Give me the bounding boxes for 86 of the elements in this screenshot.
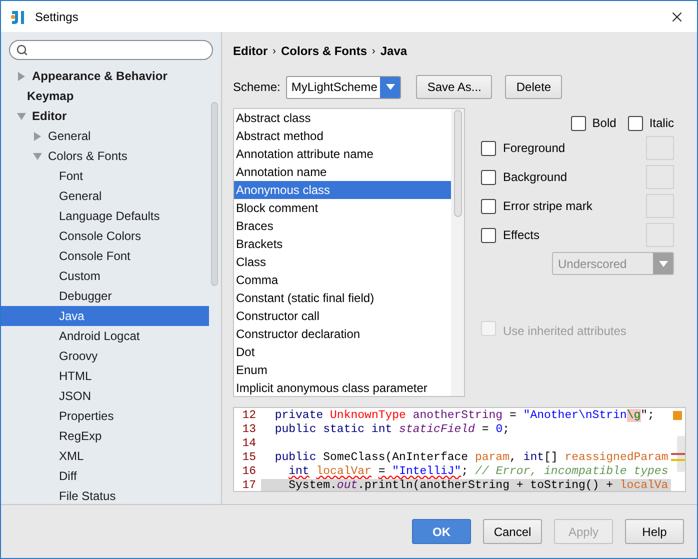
scrollbar[interactable] — [211, 102, 218, 286]
tree-item[interactable]: Custom — [1, 266, 209, 286]
tree-item[interactable]: General — [1, 126, 209, 146]
tree-item[interactable]: File Status — [1, 486, 209, 506]
attribute-item[interactable]: Constant (static final field) — [234, 289, 451, 307]
attribute-item[interactable]: Block comment — [234, 199, 451, 217]
attribute-item[interactable]: Constructor declaration — [234, 325, 451, 343]
tree-item[interactable]: Properties — [1, 406, 209, 426]
error-stripe-icon — [671, 453, 685, 455]
collapsed-arrow-icon[interactable] — [33, 132, 42, 140]
breadcrumb-item: Editor — [233, 43, 268, 60]
attribute-item[interactable]: Annotation name — [234, 163, 451, 181]
scheme-dropdown[interactable]: MyLightScheme — [286, 76, 402, 98]
color-swatch[interactable] — [646, 136, 674, 160]
attribute-item[interactable]: Abstract class — [234, 109, 451, 127]
dialog-button[interactable]: Help — [625, 519, 684, 544]
tree-item[interactable]: Console Colors — [1, 226, 209, 246]
tree-item[interactable]: Debugger — [1, 286, 209, 306]
attribute-item[interactable]: Annotation attribute name — [234, 145, 451, 163]
checkbox[interactable] — [571, 116, 586, 130]
dialog-button[interactable]: OK — [412, 519, 471, 544]
breadcrumb-item: Java — [380, 43, 408, 60]
caret-icon — [386, 84, 395, 90]
attribute-item[interactable]: Abstract method — [234, 127, 451, 145]
checkbox-label: Foreground — [503, 140, 566, 157]
collapsed-arrow-icon[interactable] — [17, 72, 26, 80]
tree-item[interactable]: Console Font — [1, 246, 209, 266]
breadcrumb-separator: › — [272, 44, 276, 58]
tree-item[interactable]: Font — [1, 166, 209, 186]
checkbox-label: Background — [503, 169, 568, 186]
checkbox[interactable] — [481, 198, 496, 214]
color-swatch[interactable] — [646, 194, 674, 218]
scheme-button[interactable]: Save As... — [416, 75, 492, 99]
color-swatch[interactable] — [646, 223, 674, 247]
breadcrumb-item: Colors & Fonts — [281, 43, 368, 60]
dialog-button[interactable]: Cancel — [483, 519, 542, 544]
tree-item[interactable]: XML — [1, 446, 209, 466]
window-title: Settings — [35, 8, 78, 26]
expanded-arrow-icon[interactable] — [17, 112, 26, 120]
scheme-button[interactable]: Delete — [505, 75, 562, 99]
tree-item[interactable]: Language Defaults — [1, 206, 209, 226]
tree-item[interactable]: Java — [1, 306, 209, 326]
expanded-arrow-icon[interactable] — [33, 152, 42, 160]
tree-item[interactable]: JSON — [1, 386, 209, 406]
code-line: int localVar = "IntelliJ"; // Error, incompatible types — [288, 465, 670, 479]
code-line: private UnknownType anotherString = "Another\nStrin\g"; — [274, 409, 656, 423]
breadcrumb-separator: › — [372, 44, 376, 58]
checkbox[interactable] — [481, 170, 496, 184]
attribute-item[interactable]: Anonymous class — [234, 181, 451, 199]
attribute-item[interactable]: Comma — [234, 271, 451, 289]
tree-item[interactable]: Android Logcat — [1, 326, 209, 346]
tree-item[interactable]: HTML — [1, 366, 209, 386]
tree-item[interactable]: Colors & Fonts — [1, 146, 209, 166]
checkbox[interactable] — [481, 140, 496, 156]
warning-stripe-icon — [671, 459, 685, 461]
checkbox[interactable] — [628, 116, 644, 130]
attribute-item[interactable]: Braces — [234, 217, 451, 235]
attribute-item[interactable]: Implicit anonymous class parameter — [234, 379, 451, 396]
tree-item[interactable]: General — [1, 186, 209, 206]
checkbox-label: Bold — [592, 115, 616, 132]
tree-item[interactable]: Groovy — [1, 346, 209, 366]
code-line: public SomeClass(AnInterface param, int[] reassignedParam — [274, 451, 670, 465]
search-icon — [16, 44, 28, 56]
checkbox-label: Use inherited attributes — [503, 323, 626, 340]
tree-item[interactable]: Editor — [1, 106, 209, 126]
tree-item[interactable]: Diff — [1, 466, 209, 486]
caret-icon — [658, 260, 668, 266]
tree-item[interactable]: Keymap — [1, 86, 209, 106]
attribute-item[interactable]: Brackets — [234, 235, 451, 253]
attribute-item[interactable]: Enum — [234, 361, 451, 379]
app-logo-icon — [10, 8, 27, 25]
checkbox-label: Italic — [649, 115, 674, 132]
scrollbar[interactable] — [454, 110, 462, 217]
search-field[interactable] — [9, 40, 213, 60]
attribute-item[interactable]: Dot — [234, 343, 451, 361]
checkbox-label: Error stripe mark — [503, 198, 592, 215]
attribute-item[interactable]: Class — [234, 253, 451, 271]
attribute-item[interactable]: Constructor call — [234, 307, 451, 325]
checkbox-label: Effects — [503, 227, 540, 244]
color-swatch[interactable] — [646, 165, 674, 189]
warning-marker-icon — [673, 411, 682, 420]
tree-item[interactable]: Appearance & Behavior — [1, 66, 209, 86]
code-line: public static int staticField = 0; — [274, 423, 510, 437]
tree-item[interactable]: RegExp — [1, 426, 209, 446]
scheme-label: Scheme: — [233, 79, 280, 96]
checkbox[interactable] — [481, 228, 496, 242]
